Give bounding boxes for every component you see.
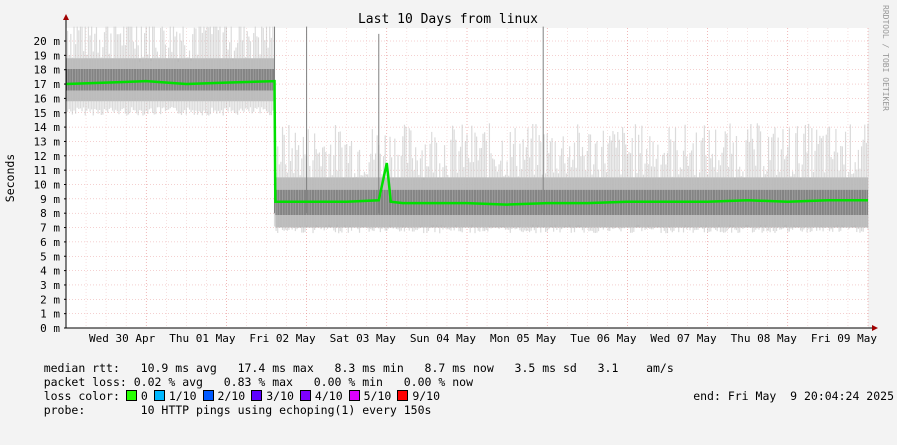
y-tick-label: 2 m [40, 293, 60, 306]
smokeping-graph: 0 m1 m 2 m3 m4 m 5 m6 m7 m 8 m9 m 10 m 11 m 12… [0, 0, 897, 417]
y-tick-label: 4 m [40, 265, 60, 278]
y-tick-label: 1 m [40, 308, 60, 321]
x-tick-label: Thu 08 May [731, 332, 798, 345]
x-tick-label: Mon 05 May [490, 332, 557, 345]
y-tick-label: 19 m [34, 49, 61, 62]
x-tick-label: Fri 09 May [811, 332, 878, 345]
y-tick-label: 13 m [34, 135, 61, 148]
y-tick-label: 12 m [34, 150, 61, 163]
y-tick-label: 10 m [34, 179, 61, 192]
chart-title: Last 10 Days from linux [358, 12, 538, 27]
y-tick-label: 0 m [40, 322, 60, 335]
x-tick-label: Tue 06 May [570, 332, 637, 345]
watermark: RRDTOOL / TOBI OETIKER [881, 5, 890, 111]
y-tick-label: 20 m [34, 35, 61, 48]
x-tick-label: Sun 04 May [410, 332, 477, 345]
y-tick-label: 3 m [40, 279, 60, 292]
y-tick-label: 16 m [34, 92, 61, 105]
probe-row: probe: 10 HTTP pings using echoping(1) e… [16, 389, 894, 445]
y-tick-label: 8 m [40, 207, 60, 220]
x-tick-label: Sat 03 May [330, 332, 397, 345]
y-tick-label: 11 m [34, 164, 61, 177]
x-tick-label: Wed 07 May [650, 332, 717, 345]
x-tick-label: Thu 01 May [169, 332, 236, 345]
y-tick-label: 15 m [34, 107, 61, 120]
y-tick-label: 7 m [40, 222, 60, 235]
probe-value: 10 HTTP pings using echoping(1) every 15… [140, 403, 432, 417]
y-tick-label: 9 m [40, 193, 60, 206]
x-tick-label: Fri 02 May [249, 332, 316, 345]
y-tick-label: 6 m [40, 236, 60, 249]
y-tick-label: 5 m [40, 250, 60, 263]
y-tick-label: 17 m [34, 78, 61, 91]
y-tick-label: 14 m [34, 121, 61, 134]
x-tick-label: Wed 30 Apr [89, 332, 156, 345]
latency-chart: 0 m1 m 2 m3 m4 m 5 m6 m7 m 8 m9 m10 m 11 m12… [0, 0, 897, 345]
y-tick-label: 18 m [34, 64, 61, 77]
y-axis-label: Seconds [3, 154, 17, 202]
probe-label: probe: [43, 403, 86, 417]
end-time: end: Fri May 9 20:04:24 2025 [693, 389, 894, 403]
